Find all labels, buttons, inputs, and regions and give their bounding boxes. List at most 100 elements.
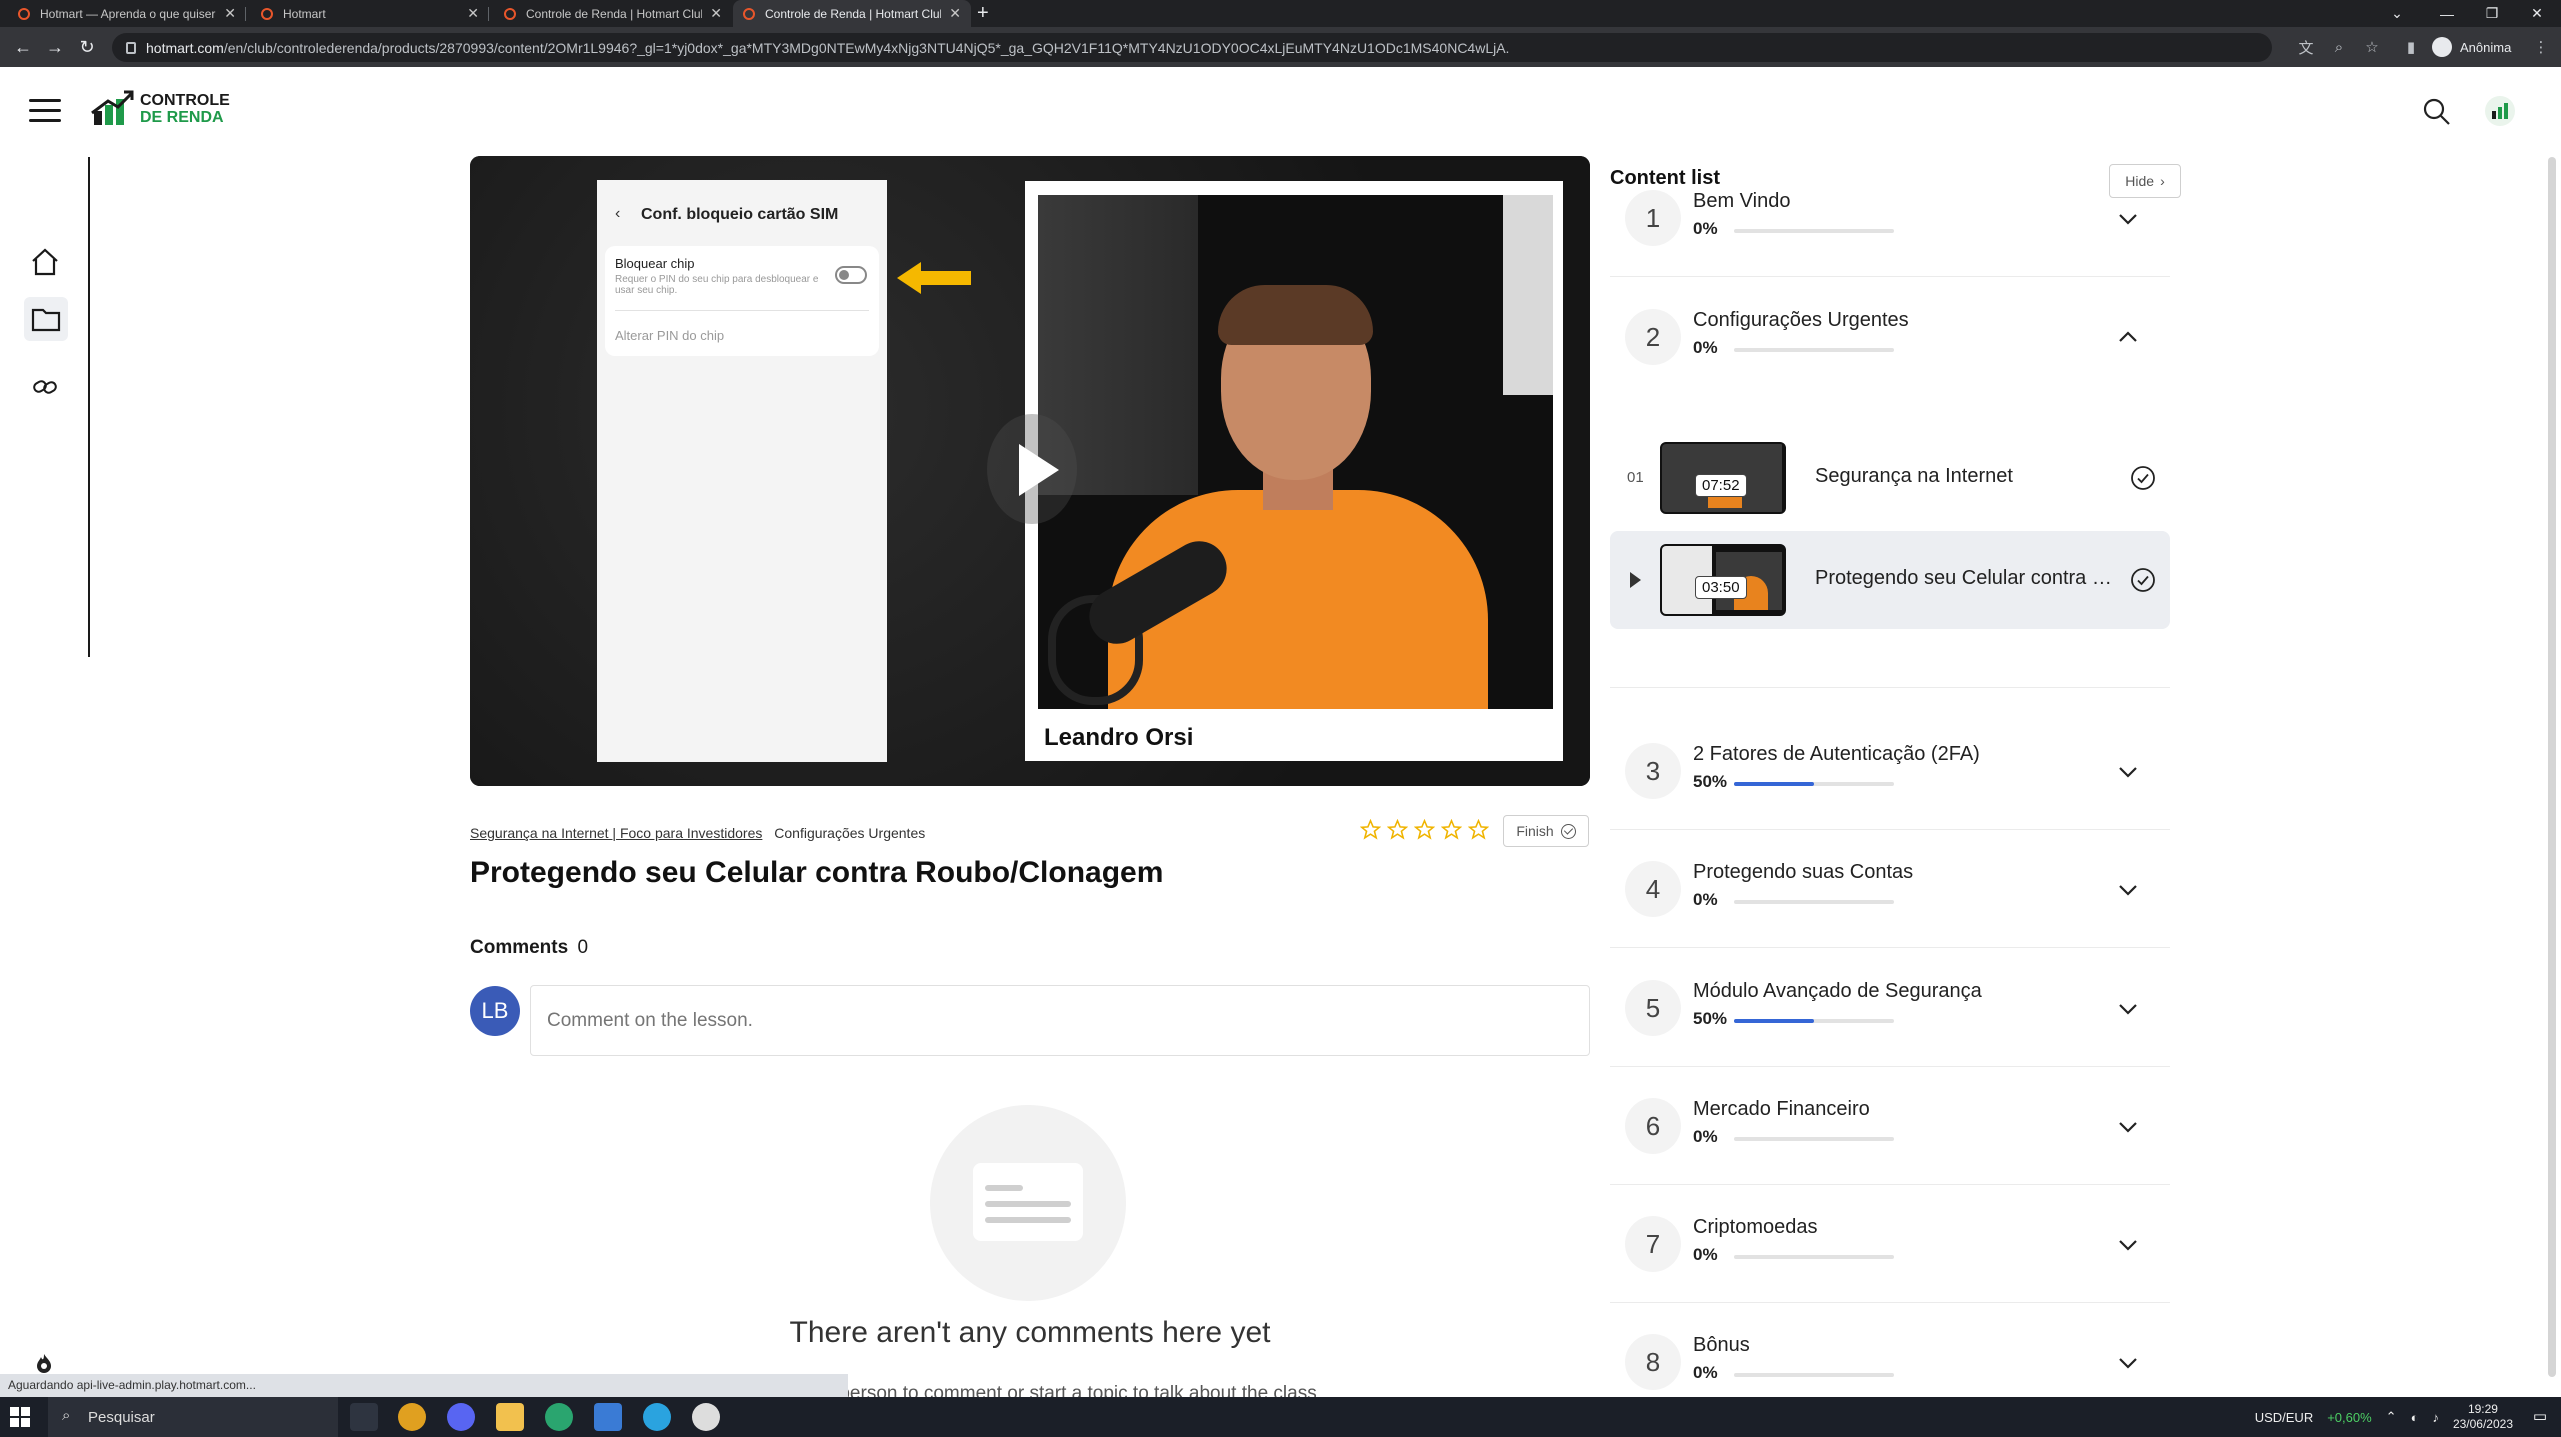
url-path: /en/club/controlederenda/products/287099… xyxy=(223,39,1510,56)
taskbar-clock[interactable]: 19:29 23/06/2023 xyxy=(2453,1402,2513,1432)
star-icon[interactable] xyxy=(1468,819,1489,840)
chevron-down-icon[interactable] xyxy=(2117,1351,2139,1373)
restore-button[interactable]: ❐ xyxy=(2470,0,2514,27)
module-item[interactable]: 6 Mercado Financeiro 0% xyxy=(1610,1067,2170,1185)
network-icon[interactable]: ◐ xyxy=(2411,1410,2419,1425)
app-icon[interactable] xyxy=(692,1403,720,1431)
back-button[interactable]: ← xyxy=(12,36,34,58)
minimize-button[interactable]: — xyxy=(2425,0,2469,27)
module-number: 5 xyxy=(1625,980,1681,1036)
comments-header: Comments 0 xyxy=(470,937,588,959)
star-icon[interactable] xyxy=(1414,819,1435,840)
folder-icon xyxy=(31,308,61,332)
browser-menu-icon[interactable]: ⋮ xyxy=(2530,36,2552,58)
chevron-down-icon[interactable] xyxy=(2117,207,2139,229)
browser-tab[interactable]: Controle de Renda | Hotmart Club ✕ xyxy=(494,0,732,27)
sidebar-item-content[interactable] xyxy=(24,297,68,341)
volume-icon[interactable]: ♪ xyxy=(2432,1410,2439,1425)
user-avatar-icon[interactable] xyxy=(2484,95,2516,127)
module-item[interactable]: 4 Protegendo suas Contas 0% xyxy=(1610,830,2170,948)
chevron-up-icon[interactable] xyxy=(2117,326,2139,348)
tab-search-icon[interactable]: ⌄ xyxy=(2375,0,2419,27)
windows-start-icon[interactable] xyxy=(10,1407,30,1427)
module-number: 6 xyxy=(1625,1098,1681,1154)
url-host: hotmart.com xyxy=(146,39,224,56)
browser-tab[interactable]: Hotmart ✕ xyxy=(251,0,489,27)
tray-chevron-icon[interactable]: ⌃ xyxy=(2386,1409,2397,1425)
close-window-button[interactable]: ✕ xyxy=(2515,0,2559,27)
app-page: CONTROLE DE RENDA ‹ Conf. bloqueio cartã… xyxy=(0,67,2561,1421)
clock-date: 23/06/2023 xyxy=(2452,1417,2513,1431)
close-tab-icon[interactable]: ✕ xyxy=(710,5,722,22)
sidebar-item-home[interactable] xyxy=(28,245,62,279)
file-explorer-icon[interactable] xyxy=(496,1403,524,1431)
left-nav-rail xyxy=(0,157,90,657)
close-tab-icon[interactable]: ✕ xyxy=(949,5,961,22)
address-bar[interactable]: hotmart.com /en/club/controlederenda/pro… xyxy=(112,33,2272,62)
module-item[interactable]: 7 Criptomoedas 0% xyxy=(1610,1185,2170,1303)
discord-app-icon[interactable] xyxy=(447,1403,475,1431)
play-button[interactable] xyxy=(987,414,1077,524)
module-item[interactable]: 1 Bem Vindo 0% xyxy=(1610,159,2170,277)
hotmart-favicon-icon xyxy=(261,7,273,20)
module-title: Configurações Urgentes xyxy=(1693,309,1909,331)
chevron-down-icon[interactable] xyxy=(2117,1115,2139,1137)
browser-tab-active[interactable]: Controle de Renda | Hotmart Club ✕ xyxy=(733,0,971,27)
new-tab-button[interactable]: + xyxy=(977,2,989,25)
lesson-rating[interactable] xyxy=(1360,819,1489,840)
lesson-duration: 03:50 xyxy=(1695,576,1747,599)
star-icon[interactable] xyxy=(1360,819,1381,840)
side-panel-icon[interactable]: ▮ xyxy=(2400,36,2422,58)
currency-widget-label[interactable]: USD/EUR xyxy=(2255,1410,2314,1425)
telegram-app-icon[interactable] xyxy=(643,1403,671,1431)
taskbar-search[interactable]: ⌕ Pesquisar xyxy=(48,1397,338,1437)
notifications-icon[interactable]: ▭ xyxy=(2533,1407,2547,1425)
chevron-down-icon[interactable] xyxy=(2117,760,2139,782)
video-phone-screen: ‹ Conf. bloqueio cartão SIM Bloquear chi… xyxy=(597,180,887,762)
zoom-icon[interactable]: ⌕ xyxy=(2328,36,2350,58)
star-icon[interactable] xyxy=(1387,819,1408,840)
lesson-item[interactable]: 01 07:52 Segurança na Internet xyxy=(1610,429,2170,527)
breadcrumb-course-link[interactable]: Segurança na Internet | Foco para Invest… xyxy=(470,825,762,841)
lesson-item-active[interactable]: 03:50 Protegendo seu Celular contra Roub… xyxy=(1610,531,2170,629)
module-item[interactable]: 2 Configurações Urgentes 0% xyxy=(1610,278,2170,396)
task-view-icon[interactable] xyxy=(350,1403,378,1431)
chrome-app-icon[interactable] xyxy=(398,1403,426,1431)
hamburger-menu-icon[interactable] xyxy=(29,99,61,123)
module-item[interactable]: 3 2 Fatores de Autenticação (2FA) 50% xyxy=(1610,712,2170,830)
translate-icon[interactable]: 文 xyxy=(2295,36,2317,58)
profile-button[interactable]: Anônima xyxy=(2432,35,2511,59)
star-icon[interactable] xyxy=(1441,819,1462,840)
bookmark-star-icon[interactable]: ☆ xyxy=(2361,36,2383,58)
edge-app-icon[interactable] xyxy=(545,1403,573,1431)
search-icon[interactable] xyxy=(2422,97,2452,127)
module-title: Bônus xyxy=(1693,1334,1750,1356)
comment-input[interactable] xyxy=(530,985,1590,1056)
browser-tab[interactable]: Hotmart — Aprenda o que quiser ✕ xyxy=(8,0,246,27)
browser-status-bar: Aguardando api-live-admin.play.hotmart.c… xyxy=(0,1374,848,1397)
taskbar-search-label: Pesquisar xyxy=(88,1408,155,1426)
chevron-down-icon[interactable] xyxy=(2117,878,2139,900)
module-percent: 0% xyxy=(1693,219,1718,238)
module-item[interactable]: 5 Módulo Avançado de Segurança 50% xyxy=(1610,949,2170,1067)
close-tab-icon[interactable]: ✕ xyxy=(467,5,479,22)
chevron-down-icon[interactable] xyxy=(2117,997,2139,1019)
page-scrollbar[interactable] xyxy=(2548,157,2556,1377)
brand-logo[interactable]: CONTROLE DE RENDA xyxy=(90,89,230,129)
mail-app-icon[interactable] xyxy=(594,1403,622,1431)
hotmart-flame-icon[interactable] xyxy=(33,1352,55,1374)
tab-title: Hotmart — Aprenda o que quiser xyxy=(40,6,216,21)
video-player[interactable]: ‹ Conf. bloqueio cartão SIM Bloquear chi… xyxy=(470,156,1590,786)
profile-label: Anônima xyxy=(2460,39,2512,55)
finish-lesson-button[interactable]: Finish xyxy=(1503,815,1589,847)
forward-button[interactable]: → xyxy=(44,36,66,58)
phone-option2-label: Alterar PIN do chip xyxy=(615,328,725,343)
sidebar-item-links[interactable] xyxy=(28,370,62,404)
close-tab-icon[interactable]: ✕ xyxy=(224,5,236,22)
module-progress-bar xyxy=(1734,1019,1894,1023)
chevron-down-icon[interactable] xyxy=(2117,1233,2139,1255)
currency-change: +0,60% xyxy=(2327,1409,2372,1425)
tab-title: Controle de Renda | Hotmart Club xyxy=(765,6,942,21)
reload-button[interactable]: ↻ xyxy=(76,36,98,58)
check-circle-icon xyxy=(2131,568,2155,592)
